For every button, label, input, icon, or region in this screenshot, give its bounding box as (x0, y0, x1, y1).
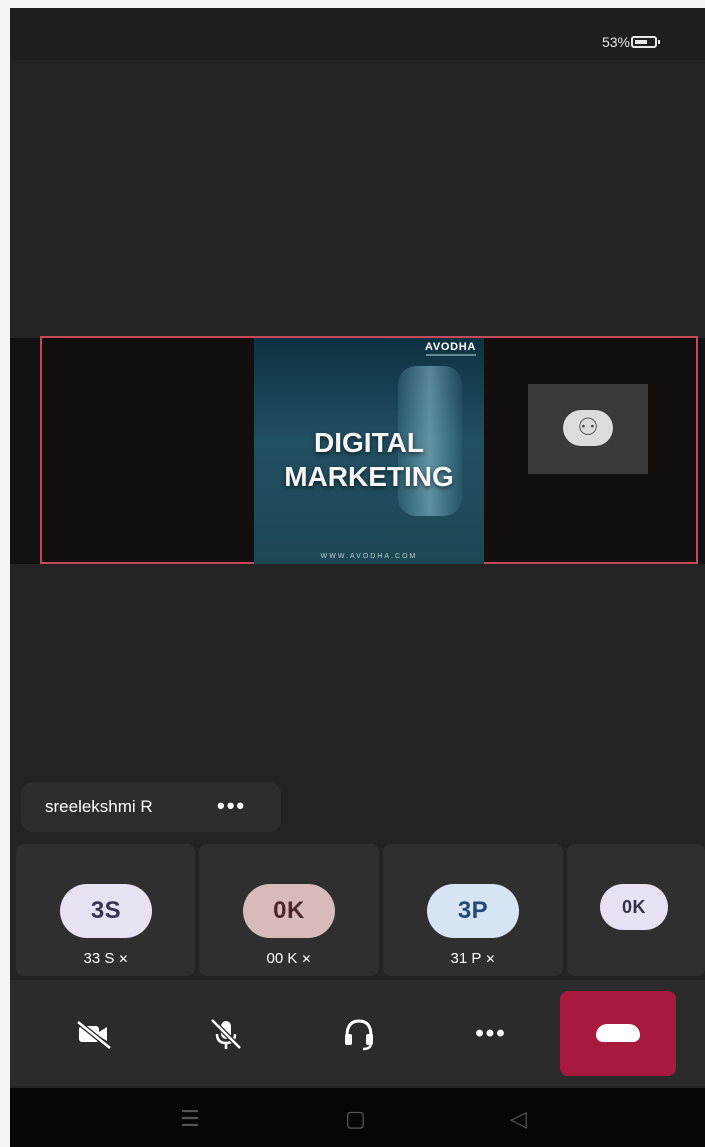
participant-avatar: 0K (600, 884, 668, 930)
participant-name: 33 S (83, 950, 115, 967)
battery-percentage: 53% (601, 34, 630, 50)
participant-avatar: 0K (243, 884, 335, 938)
slide-title: DIGITAL MARKETING (284, 427, 454, 492)
participant-label: 00 K ✕ (199, 950, 379, 967)
participant-avatar: 3P (427, 884, 519, 938)
end-call-button[interactable] (560, 991, 676, 1076)
mic-off-icon: ✕ (301, 952, 312, 966)
participant-tile[interactable]: 3S 33 S ✕ (16, 844, 195, 976)
participant-label: 33 S ✕ (16, 950, 196, 967)
slide-brand: AVODHA (425, 341, 477, 353)
headset-icon[interactable] (333, 1008, 385, 1060)
participant-label: 31 P ✕ (383, 950, 563, 967)
mic-off-icon: ✕ (118, 952, 129, 966)
meeting-screen: 53% AVODHA DIGITAL MARKETING WWW.AVODHA.… (10, 8, 705, 1147)
participant-name: 31 P (450, 950, 482, 967)
status-bar: 53% (10, 8, 705, 60)
presentation-slide: AVODHA DIGITAL MARKETING WWW.AVODHA.COM (254, 338, 484, 564)
back-icon[interactable]: ◁ (510, 1106, 527, 1132)
video-off-icon[interactable] (68, 1008, 120, 1060)
participant-avatar: 3S (60, 884, 152, 938)
presenter-chip[interactable]: sreelekshmi R ••• (21, 782, 281, 832)
presenter-name: sreelekshmi R (45, 797, 153, 816)
self-preview-tile[interactable]: ⚇ (528, 384, 648, 474)
user-icon: ⚇ (563, 410, 613, 446)
mic-off-icon: ✕ (485, 952, 496, 966)
more-icon[interactable]: ••• (465, 1008, 517, 1060)
presenter-more-button[interactable]: ••• (217, 793, 246, 819)
slide-brand-underline (426, 354, 476, 356)
slide-url: WWW.AVODHA.COM (320, 553, 418, 560)
system-navigation-bar: ☰ ▢ ◁ (10, 1088, 705, 1147)
participant-tile[interactable]: 3P 31 P ✕ (383, 844, 563, 976)
menu-icon[interactable]: ☰ (180, 1106, 200, 1132)
home-icon[interactable]: ▢ (345, 1106, 366, 1132)
mic-off-icon[interactable] (200, 1008, 252, 1060)
end-call-icon (596, 1024, 640, 1042)
participant-name: 00 K (266, 950, 298, 967)
participant-tile[interactable]: 0K (567, 844, 705, 976)
battery-icon (631, 36, 660, 48)
participant-tile[interactable]: 0K 00 K ✕ (199, 844, 379, 976)
